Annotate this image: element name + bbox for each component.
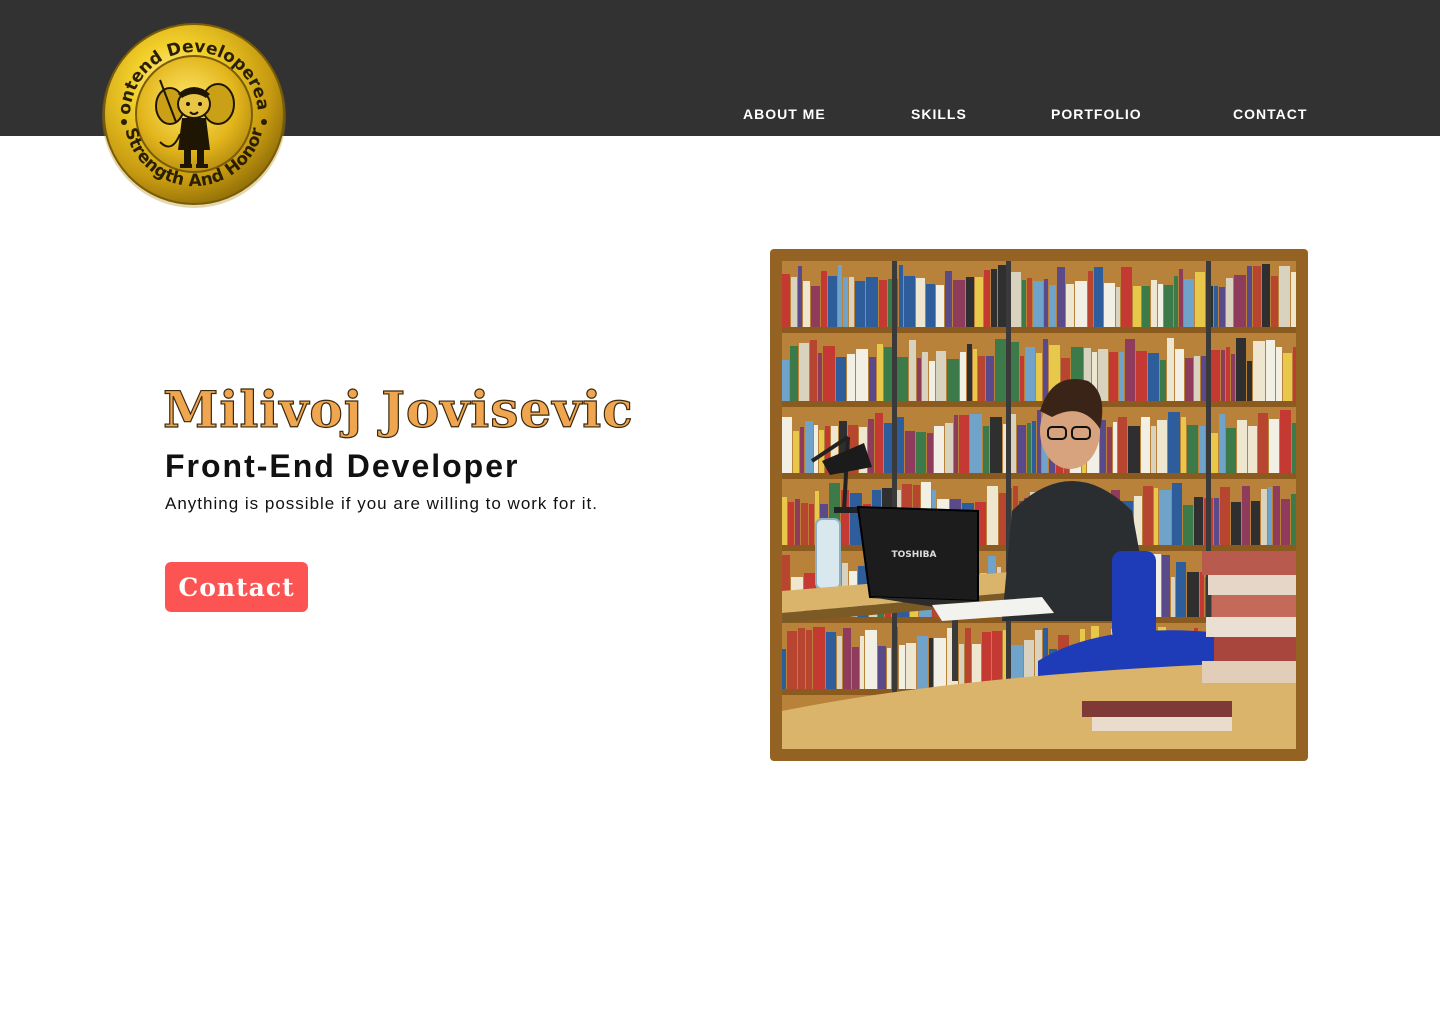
nav-about-me[interactable]: ABOUT ME [743, 106, 826, 122]
hero-motto: Anything is possible if you are willing … [165, 494, 598, 513]
hero-name: Milivoj Jovisevic [162, 379, 634, 439]
hero-role: Front-End Developer [165, 448, 520, 484]
nav-skills[interactable]: SKILLS [911, 106, 967, 122]
nav-contact[interactable]: CONTACT [1233, 106, 1307, 122]
library-photo: TOSHIBA [782, 261, 1296, 749]
hero-photo-frame: TOSHIBA [770, 249, 1308, 761]
nav-portfolio[interactable]: PORTFOLIO [1051, 106, 1142, 122]
water-bottle [815, 518, 841, 590]
logo-coin-icon[interactable]: Frontend Developereaux Strength And Hono… [100, 22, 288, 210]
laptop-brand: TOSHIBA [892, 550, 937, 560]
contact-button[interactable]: Contact [165, 562, 308, 612]
library-illustration: TOSHIBA [782, 261, 1296, 749]
